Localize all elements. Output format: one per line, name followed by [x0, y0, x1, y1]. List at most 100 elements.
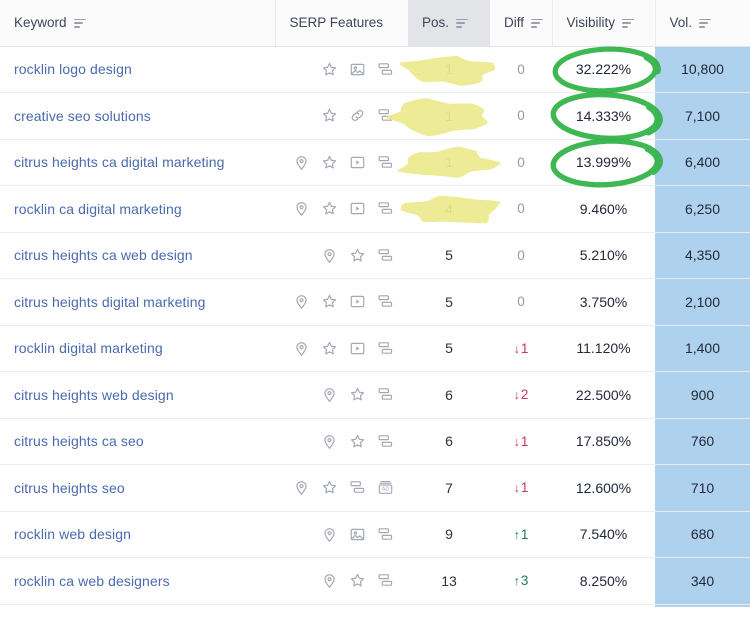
volume-cell: 6,400	[655, 139, 750, 186]
local-pack-icon[interactable]	[321, 433, 338, 450]
keyword-link[interactable]: rocklin ca web designers	[14, 573, 170, 589]
review-star-icon[interactable]	[321, 479, 338, 496]
sort-icon[interactable]	[456, 17, 469, 29]
table-header: Keyword SERP Features Pos. Diff Visibili…	[0, 0, 750, 47]
visibility-cell: 7.540%	[552, 511, 655, 558]
visibility-value: 22.500%	[575, 386, 632, 403]
keyword-link[interactable]: rocklin digital marketing	[14, 340, 163, 356]
sitelinks-icon[interactable]	[377, 200, 394, 217]
table-row[interactable]: citrus heights ca seo 6 ↓1 17.850% 760	[0, 418, 750, 465]
sitelinks-icon[interactable]	[377, 154, 394, 171]
review-star-icon[interactable]	[349, 386, 366, 403]
sitelinks-icon[interactable]	[377, 61, 394, 78]
sitelinks-icon[interactable]	[377, 107, 394, 124]
position-value: 9	[445, 526, 453, 543]
local-pack-icon[interactable]	[293, 154, 310, 171]
local-pack-icon[interactable]	[321, 386, 338, 403]
keyword-link[interactable]: rocklin ca digital marketing	[14, 201, 182, 217]
video-icon[interactable]	[349, 200, 366, 217]
review-star-icon[interactable]	[321, 340, 338, 357]
column-header-keyword[interactable]: Keyword	[0, 0, 275, 47]
sitelinks-icon[interactable]	[377, 247, 394, 264]
local-pack-icon[interactable]	[293, 293, 310, 310]
review-star-icon[interactable]	[349, 572, 366, 589]
keyword-link[interactable]: rocklin web design	[14, 526, 131, 542]
image-pack-icon[interactable]	[349, 526, 366, 543]
sitelinks-icon[interactable]	[377, 526, 394, 543]
keyword-link[interactable]: citrus heights ca seo	[14, 433, 144, 449]
table-row[interactable]: rocklin web design 9 ↑1 7.540% 680	[0, 511, 750, 558]
keyword-link[interactable]: citrus heights digital marketing	[14, 294, 206, 310]
diff-number: 1	[520, 480, 529, 496]
sitelinks-icon[interactable]	[377, 433, 394, 450]
keyword-cell: rocklin ca web designers	[0, 557, 275, 605]
table-row[interactable]: rocklin logo design 1 0 32.222% 10,800	[0, 46, 750, 93]
sitelinks-icon[interactable]	[377, 386, 394, 403]
review-star-icon[interactable]	[321, 200, 338, 217]
volume-cell: 4,350	[655, 232, 750, 279]
column-header-visibility[interactable]: Visibility	[551, 0, 655, 47]
visibility-cell: 12.600%	[552, 464, 655, 512]
column-header-volume[interactable]: Vol.	[654, 0, 750, 47]
visibility-value: 3.750%	[579, 293, 628, 310]
sort-icon[interactable]	[73, 17, 86, 29]
table-row[interactable]: citrus heights ca digital marketing 1 0 13.…	[0, 139, 750, 186]
review-star-icon[interactable]	[321, 154, 338, 171]
diff-value: ↓2	[514, 387, 529, 402]
link-icon[interactable]	[349, 107, 366, 124]
table-row[interactable]: citrus heights web design 6 ↓2 22.500% 900	[0, 371, 750, 419]
volume-value: 340	[690, 572, 715, 589]
sitelinks-icon[interactable]	[349, 479, 366, 496]
keyword-link[interactable]: citrus heights web design	[14, 387, 174, 403]
local-pack-icon[interactable]	[321, 247, 338, 264]
sitelinks-icon[interactable]	[377, 293, 394, 310]
diff-value: 0	[517, 294, 525, 310]
keyword-link[interactable]: citrus heights ca digital marketing	[14, 154, 225, 170]
diff-cell: ↑3	[490, 557, 552, 605]
position-value: 13	[441, 572, 457, 589]
keyword-rankings-table-screenshot: Keyword SERP Features Pos. Diff Visibili…	[0, 0, 750, 625]
sort-icon[interactable]	[699, 17, 712, 29]
video-icon[interactable]	[349, 340, 366, 357]
table-row[interactable]: rocklin ca web designers 13 ↑3 8.250% 340	[0, 557, 750, 605]
local-pack-icon[interactable]	[321, 572, 338, 589]
visibility-cell: 9.460%	[552, 185, 655, 233]
sort-icon[interactable]	[531, 17, 544, 29]
column-header-pos[interactable]: Pos.	[408, 0, 490, 47]
keyword-cell: rocklin ca digital marketing	[0, 185, 275, 233]
table-row[interactable]: citrus heights seo AD 7 ↓1 12.600% 710	[0, 464, 750, 512]
keyword-link[interactable]: citrus heights seo	[14, 480, 125, 496]
image-pack-icon[interactable]	[349, 61, 366, 78]
local-pack-icon[interactable]	[293, 479, 310, 496]
keyword-link[interactable]: citrus heights ca web design	[14, 247, 193, 263]
table-row[interactable]: rocklin ca digital marketing 4 0 9.460% 6,25…	[0, 185, 750, 233]
review-star-icon[interactable]	[349, 433, 366, 450]
review-star-icon[interactable]	[321, 107, 338, 124]
review-star-icon[interactable]	[349, 247, 366, 264]
keyword-link[interactable]: creative seo solutions	[14, 108, 151, 124]
visibility-cell: 11.120%	[552, 325, 655, 372]
local-pack-icon[interactable]	[293, 200, 310, 217]
table-row[interactable]: creative seo solutions 1 0 14.333% 7,100	[0, 92, 750, 140]
review-star-icon[interactable]	[321, 293, 338, 310]
review-star-icon[interactable]	[321, 61, 338, 78]
video-icon[interactable]	[349, 293, 366, 310]
video-icon[interactable]	[349, 154, 366, 171]
serp-features-cell	[275, 325, 408, 372]
volume-value: 4,350	[684, 247, 721, 264]
sitelinks-icon[interactable]	[377, 340, 394, 357]
sort-icon[interactable]	[622, 17, 635, 29]
sitelinks-icon[interactable]	[377, 572, 394, 589]
local-pack-icon[interactable]	[293, 340, 310, 357]
keyword-link[interactable]: rocklin logo design	[14, 61, 132, 77]
diff-cell: 0	[490, 278, 552, 326]
table-row[interactable]: rocklin digital marketing 5 ↓1 11.120% 1,400	[0, 325, 750, 372]
serp-features-cell	[275, 232, 408, 279]
ads-icon[interactable]: AD	[377, 479, 394, 496]
column-header-serp-features-label: SERP Features	[289, 15, 384, 31]
arrow-up-icon: ↑	[513, 527, 520, 542]
table-row[interactable]: citrus heights digital marketing 5 0 3.750%…	[0, 278, 750, 326]
local-pack-icon[interactable]	[321, 526, 338, 543]
column-header-diff[interactable]: Diff	[490, 0, 552, 47]
table-row[interactable]: citrus heights ca web design 5 0 5.210% 4,35…	[0, 232, 750, 279]
